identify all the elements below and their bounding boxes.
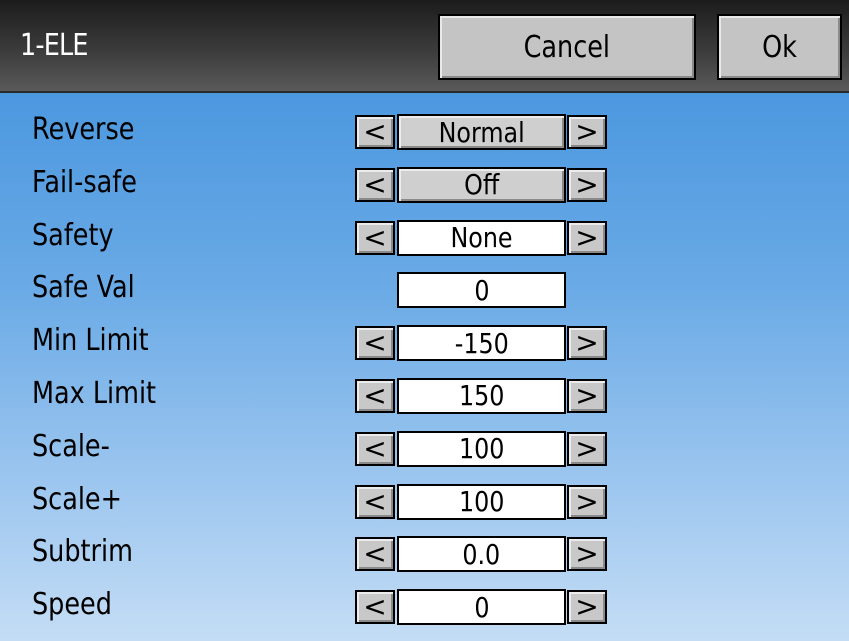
scale-plus-value[interactable]: 100: [397, 483, 566, 520]
title-bar: 1-ELE Cancel Ok: [0, 0, 849, 93]
decrement-arrow-icon[interactable]: <: [355, 326, 395, 361]
setting-row-subtrim: Subtrim < 0.0 >: [0, 530, 849, 583]
increment-arrow-icon[interactable]: >: [567, 220, 607, 255]
channel-settings-screen: 1-ELE Cancel Ok Reverse < Normal > Fail-…: [0, 0, 849, 641]
decrement-arrow-icon[interactable]: <: [355, 537, 395, 572]
ok-button[interactable]: Ok: [717, 14, 842, 80]
setting-row-scale-plus: Scale+ < 100 >: [0, 478, 849, 531]
cancel-button-label: Cancel: [523, 29, 611, 65]
increment-arrow-icon[interactable]: >: [567, 326, 607, 361]
increment-arrow-icon[interactable]: >: [567, 378, 607, 413]
setting-label: Max Limit: [32, 375, 157, 411]
setting-row-reverse: Reverse < Normal >: [0, 108, 849, 161]
decrement-arrow-icon[interactable]: <: [355, 220, 395, 255]
setting-label: Scale+: [32, 481, 122, 517]
increment-arrow-icon[interactable]: >: [567, 537, 607, 572]
decrement-arrow-icon[interactable]: <: [355, 167, 395, 202]
decrement-arrow-icon[interactable]: <: [355, 115, 395, 149]
settings-list: Reverse < Normal > Fail-safe < Off > Saf…: [0, 108, 849, 636]
setting-label: Scale-: [32, 428, 110, 464]
setting-label: Safe Val: [32, 270, 135, 306]
increment-arrow-icon[interactable]: >: [567, 484, 607, 519]
page-title: 1-ELE: [20, 28, 88, 63]
scale-minus-value[interactable]: 100: [397, 430, 566, 467]
setting-row-min-limit: Min Limit < -150 >: [0, 319, 849, 372]
ok-button-label: Ok: [762, 29, 797, 65]
subtrim-value[interactable]: 0.0: [397, 536, 566, 573]
setting-row-scale-minus: Scale- < 100 >: [0, 425, 849, 478]
setting-row-max-limit: Max Limit < 150 >: [0, 372, 849, 425]
reverse-value[interactable]: Normal: [397, 114, 566, 150]
setting-row-safe-val: Safe Val 0: [0, 266, 849, 319]
increment-arrow-icon[interactable]: >: [567, 115, 607, 149]
max-limit-value[interactable]: 150: [397, 377, 566, 414]
decrement-arrow-icon[interactable]: <: [355, 431, 395, 466]
setting-row-safety: Safety < None >: [0, 214, 849, 267]
setting-label: Subtrim: [32, 534, 133, 570]
min-limit-value[interactable]: -150: [397, 325, 566, 362]
decrement-arrow-icon[interactable]: <: [355, 590, 395, 625]
safety-value[interactable]: None: [397, 219, 566, 256]
cancel-button[interactable]: Cancel: [438, 14, 696, 80]
setting-label: Safety: [32, 217, 114, 253]
setting-label: Reverse: [32, 112, 135, 147]
safe-val-field[interactable]: 0: [397, 272, 566, 309]
setting-label: Min Limit: [32, 323, 149, 359]
speed-value[interactable]: 0: [397, 589, 566, 626]
decrement-arrow-icon[interactable]: <: [355, 378, 395, 413]
fail-safe-value[interactable]: Off: [397, 166, 566, 203]
setting-label: Speed: [32, 587, 112, 623]
increment-arrow-icon[interactable]: >: [567, 590, 607, 625]
setting-row-speed: Speed < 0 >: [0, 583, 849, 636]
increment-arrow-icon[interactable]: >: [567, 431, 607, 466]
setting-row-fail-safe: Fail-safe < Off >: [0, 161, 849, 214]
increment-arrow-icon[interactable]: >: [567, 167, 607, 202]
decrement-arrow-icon[interactable]: <: [355, 484, 395, 519]
setting-label: Fail-safe: [32, 164, 137, 200]
